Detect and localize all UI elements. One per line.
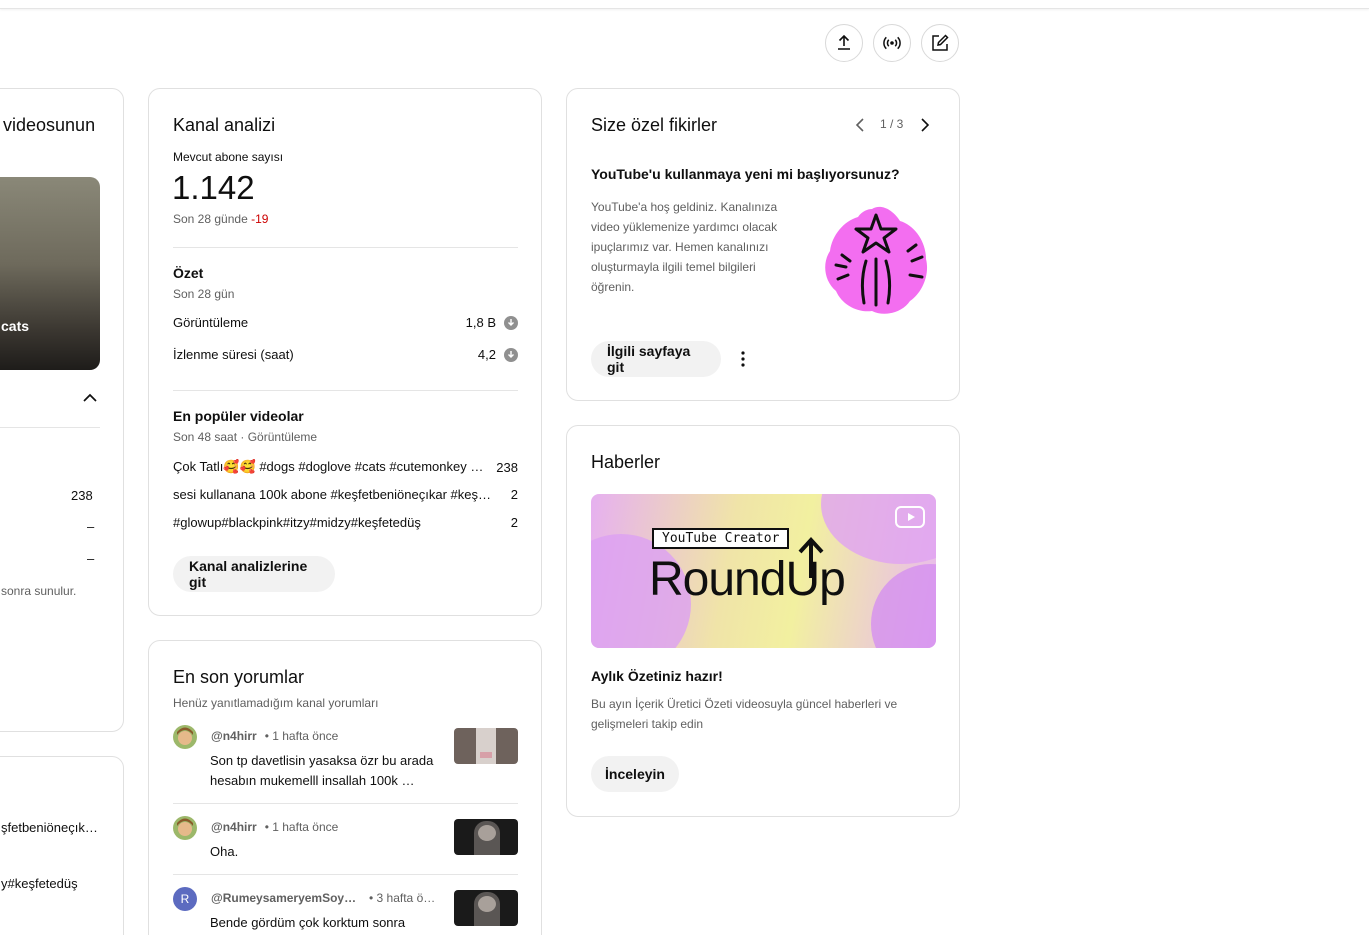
arrow-up-icon bbox=[798, 537, 824, 578]
thumbnail-caption: cats bbox=[1, 318, 30, 334]
play-icon bbox=[895, 506, 925, 528]
latest-video-thumbnail[interactable]: cats bbox=[0, 177, 100, 370]
news-body: Bu ayın İçerik Üretici Özeti videosuyla … bbox=[591, 697, 898, 731]
metric-value: 1,8 B bbox=[465, 315, 496, 330]
stat-note: sonra sunulur. bbox=[1, 584, 77, 598]
comment-time: • 3 hafta ö… bbox=[369, 891, 436, 905]
comment-video-thumbnail[interactable] bbox=[454, 819, 518, 855]
news-heading: Aylık Özetiniz hazır! bbox=[591, 668, 723, 684]
top-videos-period: Son 48 saat · Görüntüleme bbox=[173, 430, 318, 444]
summary-period: Son 28 gün bbox=[173, 287, 235, 301]
top-bar-edge bbox=[0, 0, 1369, 9]
ideas-heading: YouTube'u kullanmaya yeni mi başlıyorsun… bbox=[591, 166, 900, 182]
metric-value: 4,2 bbox=[477, 347, 496, 362]
divider bbox=[173, 247, 518, 248]
divider bbox=[173, 803, 518, 804]
top-video-views: 238 bbox=[496, 459, 518, 475]
top-videos-title: En popüler videolar bbox=[173, 408, 304, 424]
ideas-for-you-card: Size özel fikirler 1 / 3 YouTube'u kulla… bbox=[566, 88, 960, 401]
analytics-title: Kanal analizi bbox=[173, 115, 276, 135]
more-options-icon[interactable] bbox=[735, 349, 751, 369]
chevron-right-icon[interactable] bbox=[917, 116, 933, 134]
live-icon bbox=[883, 36, 901, 50]
metric-label: Görüntüleme bbox=[173, 315, 249, 330]
stat-value: – bbox=[87, 519, 95, 534]
top-video-row[interactable]: #glowup#blackpink#itzy#midzy#keşfetedüş … bbox=[173, 515, 518, 530]
go-to-analytics-button[interactable]: Kanal analizlerine git bbox=[173, 556, 335, 592]
arrow-down-icon bbox=[504, 315, 518, 330]
comment-author[interactable]: @RumeysameryemSoy… bbox=[211, 891, 361, 905]
top-video-views: 2 bbox=[510, 515, 518, 530]
comment-meta: @n4hirr • 1 hafta önce bbox=[211, 729, 338, 743]
top-video-views: 2 bbox=[510, 487, 518, 502]
latest-video-card: videosunun cats 238 – – sonra sunulur. bbox=[0, 88, 124, 732]
recent-comments-card: En son yorumlar Henüz yanıtlamadığım kan… bbox=[148, 640, 542, 935]
comment-author[interactable]: @n4hirr bbox=[211, 729, 257, 743]
create-post-button[interactable] bbox=[921, 24, 959, 62]
news-card: Haberler YouTube Creator RoundUp Aylık Ö… bbox=[566, 425, 960, 817]
subscribers-label: Mevcut abone sayısı bbox=[173, 150, 284, 164]
ideas-title: Size özel fikirler bbox=[591, 115, 718, 135]
banner-tag: YouTube Creator bbox=[652, 528, 790, 549]
metric-row-watch-time[interactable]: İzlenme süresi (saat) 4,2 bbox=[173, 347, 518, 362]
latest-video-title: videosunun bbox=[3, 115, 96, 135]
comments-title: En son yorumlar bbox=[173, 667, 305, 687]
divider bbox=[173, 874, 518, 875]
stat-value: – bbox=[87, 551, 95, 566]
divider bbox=[0, 427, 100, 428]
top-video-row[interactable]: Çok Tatlı🥰🥰 #dogs #doglove #cats #cutemo… bbox=[173, 459, 518, 475]
comment-text: Son tp davetlisin yasaksa özr bu arada bbox=[210, 753, 434, 768]
chevron-up-icon[interactable] bbox=[81, 391, 99, 405]
video-title[interactable]: şfetbeniöneçıka… bbox=[1, 820, 101, 835]
metric-label: İzlenme süresi (saat) bbox=[173, 347, 294, 362]
go-live-button[interactable] bbox=[873, 24, 911, 62]
explore-button[interactable]: İnceleyin bbox=[591, 756, 679, 792]
ideas-body: YouTube'a hoş geldiniz. Kanalınıza video… bbox=[591, 200, 778, 294]
news-banner[interactable]: YouTube Creator RoundUp bbox=[591, 494, 936, 648]
comment-video-thumbnail[interactable] bbox=[454, 728, 518, 764]
video-title[interactable]: y#keşfetedüş bbox=[1, 876, 101, 891]
published-videos-card: şfetbeniöneçıka… y#keşfetedüş bbox=[0, 756, 124, 935]
top-video-title: #glowup#blackpink#itzy#midzy#keşfetedüş bbox=[173, 515, 421, 530]
subscribers-change: Son 28 günde -19 bbox=[173, 212, 268, 226]
chevron-left-icon[interactable] bbox=[852, 116, 868, 134]
upload-button[interactable] bbox=[825, 24, 863, 62]
comment-time: • 1 hafta önce bbox=[264, 820, 339, 834]
channel-analytics-card: Kanal analizi Mevcut abone sayısı 1.142 … bbox=[148, 88, 542, 616]
arrow-down-icon bbox=[504, 347, 518, 362]
subscribers-value: 1.142 bbox=[172, 169, 255, 206]
upload-icon bbox=[838, 34, 850, 50]
comments-subtitle: Henüz yanıtlamadığım kanal yorumları bbox=[173, 696, 379, 710]
divider bbox=[173, 390, 518, 391]
news-title: Haberler bbox=[591, 452, 661, 472]
go-to-page-button[interactable]: İlgili sayfaya git bbox=[591, 341, 721, 377]
avatar[interactable] bbox=[173, 725, 197, 749]
top-video-title: sesi kullanana 100k abone #keşfetbeniöne… bbox=[173, 487, 491, 502]
comment-meta: @RumeysameryemSoy… • 3 hafta ö… bbox=[211, 891, 435, 905]
subscribers-delta: -19 bbox=[251, 212, 269, 226]
avatar[interactable]: R bbox=[173, 887, 197, 911]
comment-author[interactable]: @n4hirr bbox=[211, 820, 257, 834]
ideas-pager: 1 / 3 bbox=[880, 117, 904, 131]
stat-value: 238 bbox=[71, 488, 93, 503]
edit-icon bbox=[932, 34, 949, 51]
comment-text: hesabın mukemelll insallah 100k … bbox=[210, 773, 415, 788]
comment-time: • 1 hafta önce bbox=[264, 729, 339, 743]
comment-text: Bende gördüm çok korktum sonra bbox=[210, 915, 406, 930]
top-video-row[interactable]: sesi kullanana 100k abone #keşfetbeniöne… bbox=[173, 487, 518, 502]
period-prefix: Son 28 günde bbox=[173, 212, 248, 226]
sparkle-illustration-icon bbox=[825, 206, 928, 314]
metric-row-views[interactable]: Görüntüleme 1,8 B bbox=[173, 315, 518, 330]
comment-text: Oha. bbox=[210, 844, 239, 859]
comment-meta: @n4hirr • 1 hafta önce bbox=[211, 820, 338, 834]
top-video-title: Çok Tatlı🥰🥰 #dogs #doglove #cats #cutemo… bbox=[173, 459, 484, 474]
comment-video-thumbnail[interactable] bbox=[454, 890, 518, 926]
avatar[interactable] bbox=[173, 816, 197, 840]
summary-title: Özet bbox=[173, 265, 204, 281]
